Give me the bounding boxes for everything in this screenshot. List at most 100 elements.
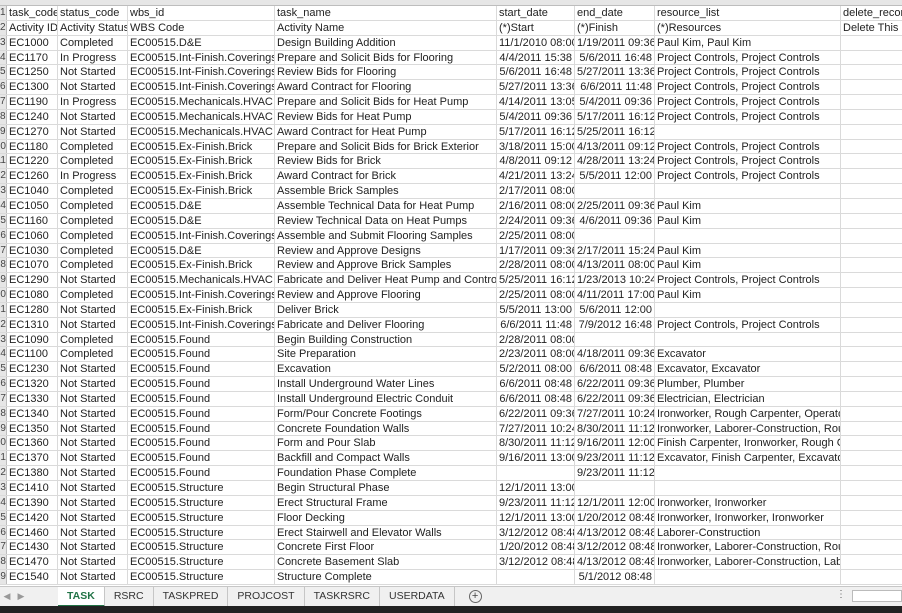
cell[interactable]: Prepare and Solicit Bids for Brick Exter… (275, 139, 497, 154)
cell[interactable]: 6/6/2011 08:48 (497, 377, 575, 391)
row-number[interactable]: 28 (0, 406, 7, 421)
cell[interactable] (841, 451, 902, 465)
row-number[interactable]: 36 (0, 525, 7, 540)
cell[interactable]: 1/20/2012 08:48 (497, 540, 575, 555)
cell[interactable] (841, 570, 902, 584)
cell[interactable]: 5/17/2011 16:12 (575, 109, 655, 124)
cell[interactable]: EC00515.Ex-Finish.Brick (128, 139, 275, 154)
cell[interactable]: Install Underground Water Lines (275, 377, 497, 391)
cell[interactable]: EC00515.Structure (128, 570, 275, 584)
row-number[interactable]: 27 (0, 391, 7, 406)
cell[interactable]: Install Underground Electric Conduit (275, 391, 497, 406)
cell[interactable] (841, 392, 902, 406)
cell[interactable]: EC1030 (7, 243, 58, 258)
cell[interactable]: Not Started (58, 273, 128, 288)
cell[interactable]: 4/18/2011 09:36 (575, 347, 655, 362)
row-number[interactable]: 38 (0, 555, 7, 570)
cell[interactable]: EC1090 (7, 332, 58, 347)
cell[interactable]: Completed (58, 243, 128, 258)
cell[interactable]: 1/17/2011 09:36 (497, 243, 575, 258)
row-number[interactable]: 7 (0, 95, 7, 109)
cell[interactable]: 5/27/2011 13:36 (575, 65, 655, 80)
cell[interactable]: EC1070 (7, 258, 58, 273)
cell[interactable] (841, 244, 902, 258)
cell[interactable]: EC00515.Int-Finish.Coverings (128, 288, 275, 302)
cell[interactable]: EC1430 (7, 540, 58, 555)
cell[interactable] (841, 333, 902, 347)
cell[interactable] (841, 303, 902, 317)
cell[interactable]: Paul Kim, Paul Kim (655, 35, 841, 50)
cell[interactable]: EC00515.Found (128, 466, 275, 480)
cell[interactable]: EC00515.Structure (128, 555, 275, 570)
cell[interactable] (655, 332, 841, 347)
cell[interactable]: EC00515.Int-Finish.Coverings (128, 50, 275, 65)
row-number[interactable]: 5 (0, 65, 7, 80)
row-number[interactable]: 37 (0, 540, 7, 555)
cell[interactable]: 5/25/2011 16:12 (575, 124, 655, 139)
cell[interactable]: EC00515.Int-Finish.Coverings (128, 317, 275, 332)
cell[interactable]: 9/16/2011 12:00 (575, 436, 655, 451)
cell[interactable]: Excavator (655, 347, 841, 362)
cell[interactable] (841, 540, 902, 554)
cell[interactable] (841, 169, 902, 183)
cell[interactable]: Excavation (275, 362, 497, 377)
cell[interactable]: Not Started (58, 525, 128, 540)
cell[interactable]: 1/19/2011 09:36 (575, 35, 655, 50)
cell[interactable]: Paul Kim (655, 288, 841, 302)
cell[interactable]: 7/27/2011 10:24 (497, 421, 575, 436)
cell[interactable]: Paul Kim (655, 213, 841, 228)
cell[interactable]: Paul Kim (655, 258, 841, 273)
cell[interactable] (841, 555, 902, 569)
row-number[interactable]: 22 (0, 317, 7, 332)
cell[interactable]: EC1310 (7, 317, 58, 332)
cell[interactable]: EC1170 (7, 50, 58, 65)
cell[interactable] (655, 481, 841, 495)
cell[interactable] (575, 481, 655, 495)
cell[interactable] (841, 481, 902, 495)
row-number[interactable]: 26 (0, 377, 7, 391)
cell[interactable] (841, 199, 902, 213)
cell[interactable]: Laborer-Construction (655, 525, 841, 540)
cell[interactable]: EC00515.Found (128, 332, 275, 347)
cell[interactable]: Not Started (58, 362, 128, 377)
cell[interactable]: Ironworker, Laborer-Construction, Labor (655, 555, 841, 570)
cell[interactable]: Ironworker, Laborer-Construction, Roug (655, 540, 841, 555)
cell[interactable]: Completed (58, 154, 128, 169)
row-number[interactable]: 13 (0, 184, 7, 198)
cell[interactable]: EC00515.Found (128, 377, 275, 391)
cell[interactable]: Award Contract for Flooring (275, 80, 497, 95)
row-number[interactable]: 3 (0, 35, 7, 50)
row-number[interactable]: 6 (0, 80, 7, 95)
cell[interactable]: EC1410 (7, 481, 58, 495)
cell[interactable]: EC00515.Ex-Finish.Brick (128, 154, 275, 169)
cell[interactable]: EC1250 (7, 65, 58, 80)
cell[interactable]: Project Controls, Project Controls (655, 109, 841, 124)
row-number[interactable]: 11 (0, 154, 7, 169)
cell[interactable]: Project Controls, Project Controls (655, 154, 841, 169)
cell[interactable]: Review and Approve Designs (275, 243, 497, 258)
cell[interactable]: Design Building Addition (275, 35, 497, 50)
cell[interactable]: 9/23/2011 11:12 (575, 466, 655, 480)
cell[interactable] (841, 125, 902, 139)
cell[interactable]: Erect Structural Frame (275, 495, 497, 510)
cell[interactable]: 5/6/2011 12:00 (575, 302, 655, 317)
cell[interactable]: 4/13/2011 09:12 (575, 139, 655, 154)
cell[interactable]: Project Controls, Project Controls (655, 139, 841, 154)
cell[interactable]: Finish Carpenter, Ironworker, Rough Car (655, 436, 841, 451)
cell[interactable] (655, 228, 841, 243)
cell[interactable]: EC00515.Found (128, 406, 275, 421)
row-number[interactable]: 16 (0, 228, 7, 243)
cell[interactable]: EC00515.Found (128, 391, 275, 406)
cell[interactable]: EC1350 (7, 421, 58, 436)
cell[interactable]: EC00515.Structure (128, 540, 275, 555)
cell[interactable]: Begin Structural Phase (275, 481, 497, 495)
cell[interactable]: 4/4/2011 15:38 (497, 50, 575, 65)
cell[interactable]: 6/22/2011 09:36 (575, 391, 655, 406)
sheet-tab-task[interactable]: TASK (58, 586, 105, 607)
row-number[interactable]: 21 (0, 302, 7, 317)
row-number[interactable]: 35 (0, 510, 7, 525)
cell[interactable]: (*)Resources (655, 20, 841, 35)
cell[interactable]: 2/25/2011 08:00 (497, 288, 575, 302)
cell[interactable] (841, 229, 902, 243)
cell[interactable]: Completed (58, 184, 128, 198)
